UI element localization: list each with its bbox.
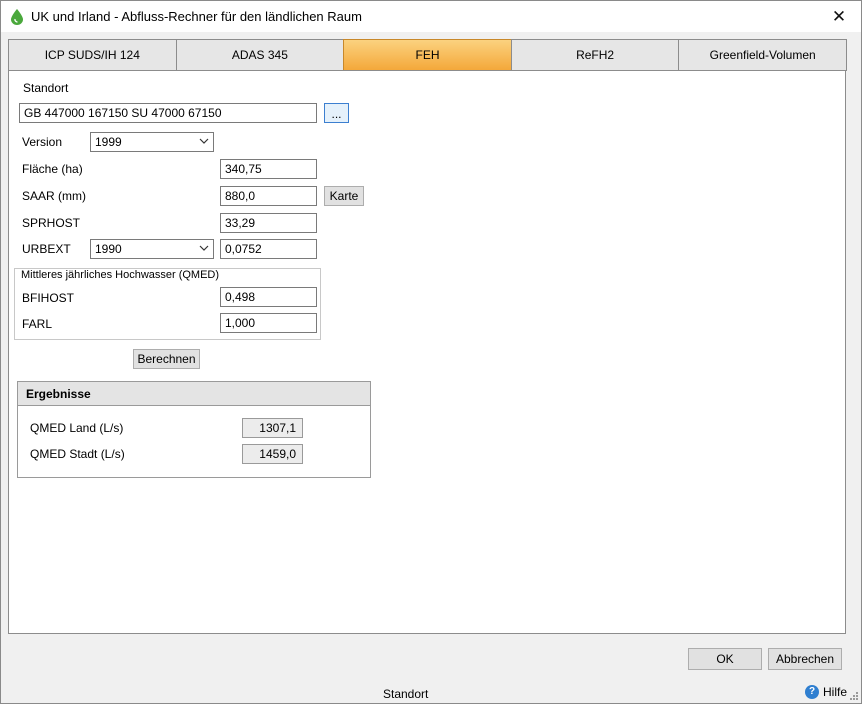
- close-button[interactable]: ✕: [817, 1, 861, 32]
- bfihost-input[interactable]: 0,498: [220, 287, 317, 307]
- flaeche-input[interactable]: 340,75: [220, 159, 317, 179]
- berechnen-button[interactable]: Berechnen: [133, 349, 200, 369]
- version-label: Version: [22, 135, 63, 149]
- bfihost-label: BFIHOST: [22, 291, 75, 305]
- urbext-label: URBEXT: [22, 242, 71, 256]
- urbext-input[interactable]: 0,0752: [220, 239, 317, 259]
- close-icon: ✕: [831, 7, 847, 26]
- help-label: Hilfe: [823, 685, 848, 699]
- tab-feh[interactable]: FEH: [343, 39, 512, 71]
- help-link[interactable]: ? Hilfe: [805, 685, 847, 699]
- qmed-land-value: 1307,1: [242, 418, 303, 438]
- qmed-stadt-value: 1459,0: [242, 444, 303, 464]
- title-bar: UK und Irland - Abfluss-Rechner für den …: [1, 1, 861, 32]
- window-title: UK und Irland - Abfluss-Rechner für den …: [31, 9, 362, 24]
- tab-adas-345[interactable]: ADAS 345: [175, 39, 345, 71]
- tab-icp-suds[interactable]: ICP SUDS/IH 124: [8, 39, 177, 71]
- urbext-year-select[interactable]: 1990: [90, 239, 214, 259]
- chevron-down-icon: [199, 245, 209, 251]
- version-select[interactable]: 1999: [90, 132, 214, 152]
- qmed-stadt-label: QMED Stadt (L/s): [30, 447, 125, 461]
- tab-strip: ICP SUDS/IH 124 ADAS 345 FEH ReFH2 Green…: [8, 39, 847, 71]
- results-title: Ergebnisse: [18, 382, 370, 406]
- feh-panel: Standort GB 447000 167150 SU 47000 67150…: [8, 70, 846, 634]
- water-drop-icon: [11, 9, 23, 25]
- standort-input[interactable]: GB 447000 167150 SU 47000 67150: [19, 103, 317, 123]
- sprhost-input[interactable]: 33,29: [220, 213, 317, 233]
- cancel-button[interactable]: Abbrechen: [768, 648, 842, 670]
- flaeche-label: Fläche (ha): [22, 162, 83, 176]
- qmed-group-title: Mittleres jährliches Hochwasser (QMED): [19, 269, 222, 281]
- chevron-down-icon: [199, 138, 209, 144]
- browse-location-button[interactable]: ...: [324, 103, 349, 123]
- urbext-year-value: 1990: [95, 242, 122, 256]
- sprhost-label: SPRHOST: [22, 216, 81, 230]
- karte-button[interactable]: Karte: [324, 186, 364, 206]
- tab-greenfield-volumen[interactable]: Greenfield-Volumen: [678, 39, 847, 71]
- results-panel: Ergebnisse QMED Land (L/s) 1307,1 QMED S…: [17, 381, 371, 478]
- version-select-value: 1999: [95, 135, 122, 149]
- saar-label: SAAR (mm): [22, 189, 86, 203]
- dialog-window: UK und Irland - Abfluss-Rechner für den …: [0, 0, 862, 704]
- standort-label: Standort: [23, 81, 69, 95]
- ok-button[interactable]: OK: [688, 648, 762, 670]
- status-text: Standort: [383, 687, 429, 701]
- farl-label: FARL: [22, 317, 53, 331]
- help-icon: ?: [805, 685, 819, 699]
- qmed-land-label: QMED Land (L/s): [30, 421, 124, 435]
- saar-input[interactable]: 880,0: [220, 186, 317, 206]
- resize-grip-icon[interactable]: [849, 691, 859, 701]
- farl-input[interactable]: 1,000: [220, 313, 317, 333]
- tab-refh2[interactable]: ReFH2: [510, 39, 680, 71]
